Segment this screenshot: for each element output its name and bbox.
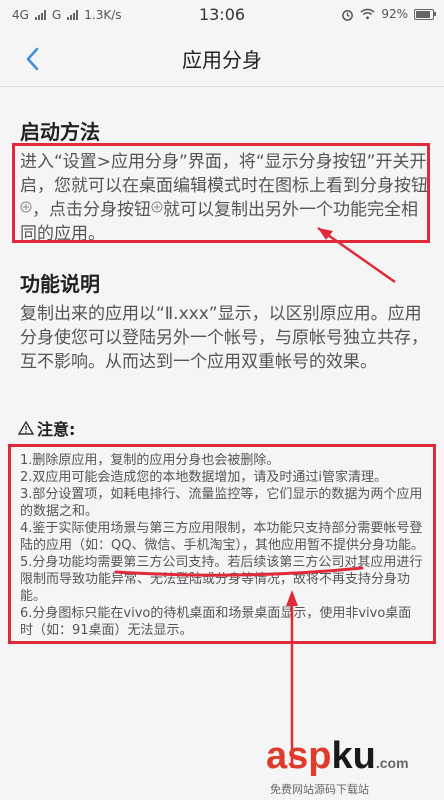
watermark-brand-c: .com — [375, 755, 409, 771]
watermark-subtitle: 免费网站源码下载站 — [270, 783, 369, 796]
status-right: 92% — [341, 7, 436, 21]
alarm-icon — [342, 9, 354, 21]
wifi-icon — [360, 8, 375, 20]
notice-title-text: 注意: — [37, 420, 76, 439]
status-bar: 4G G 1.3K/s 13:06 92% — [0, 0, 444, 30]
nav-bar: 应用分身 — [0, 30, 444, 87]
notice-title: 注意: — [18, 416, 75, 440]
annotation-box-startup — [12, 143, 430, 243]
features-title: 功能说明 — [20, 272, 100, 296]
annotation-box-notice — [8, 444, 436, 644]
startup-title: 启动方法 — [20, 120, 100, 144]
page-title: 应用分身 — [182, 48, 262, 72]
watermark-logo: aspku.com 免费网站源码下载站 — [266, 735, 436, 796]
battery-icon — [414, 8, 436, 20]
battery-percent: 92% — [381, 7, 408, 21]
watermark-brand-a: asp — [266, 735, 332, 777]
watermark-brand-b: ku — [331, 735, 376, 777]
warning-icon — [18, 421, 34, 435]
features-text: 复制出来的应用以“Ⅱ.xxx”显示，以区别原应用。应用分身使您可以登陆另外一个帐… — [20, 304, 428, 372]
watermark-brand: aspku.com — [266, 735, 409, 778]
